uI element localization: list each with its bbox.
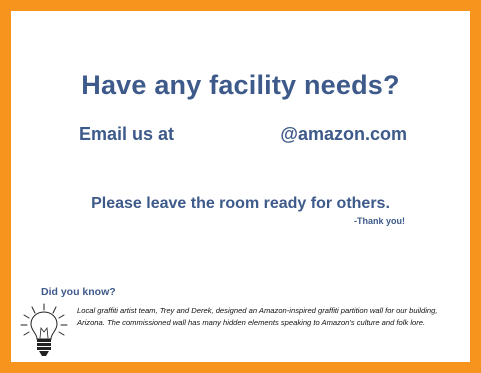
email-prefix: Email us at xyxy=(79,124,175,144)
sign-title: Have any facility needs? xyxy=(81,70,400,100)
lightbulb-icon xyxy=(20,303,68,356)
email-domain: @amazon.com xyxy=(280,124,407,144)
did-you-know-text: Local graffiti artist team, Trey and Der… xyxy=(77,306,438,327)
thanks-text: -Thank you! xyxy=(354,216,405,226)
did-you-know-heading: Did you know? xyxy=(41,286,116,298)
instruction-text: Please leave the room ready for others. xyxy=(91,195,390,212)
